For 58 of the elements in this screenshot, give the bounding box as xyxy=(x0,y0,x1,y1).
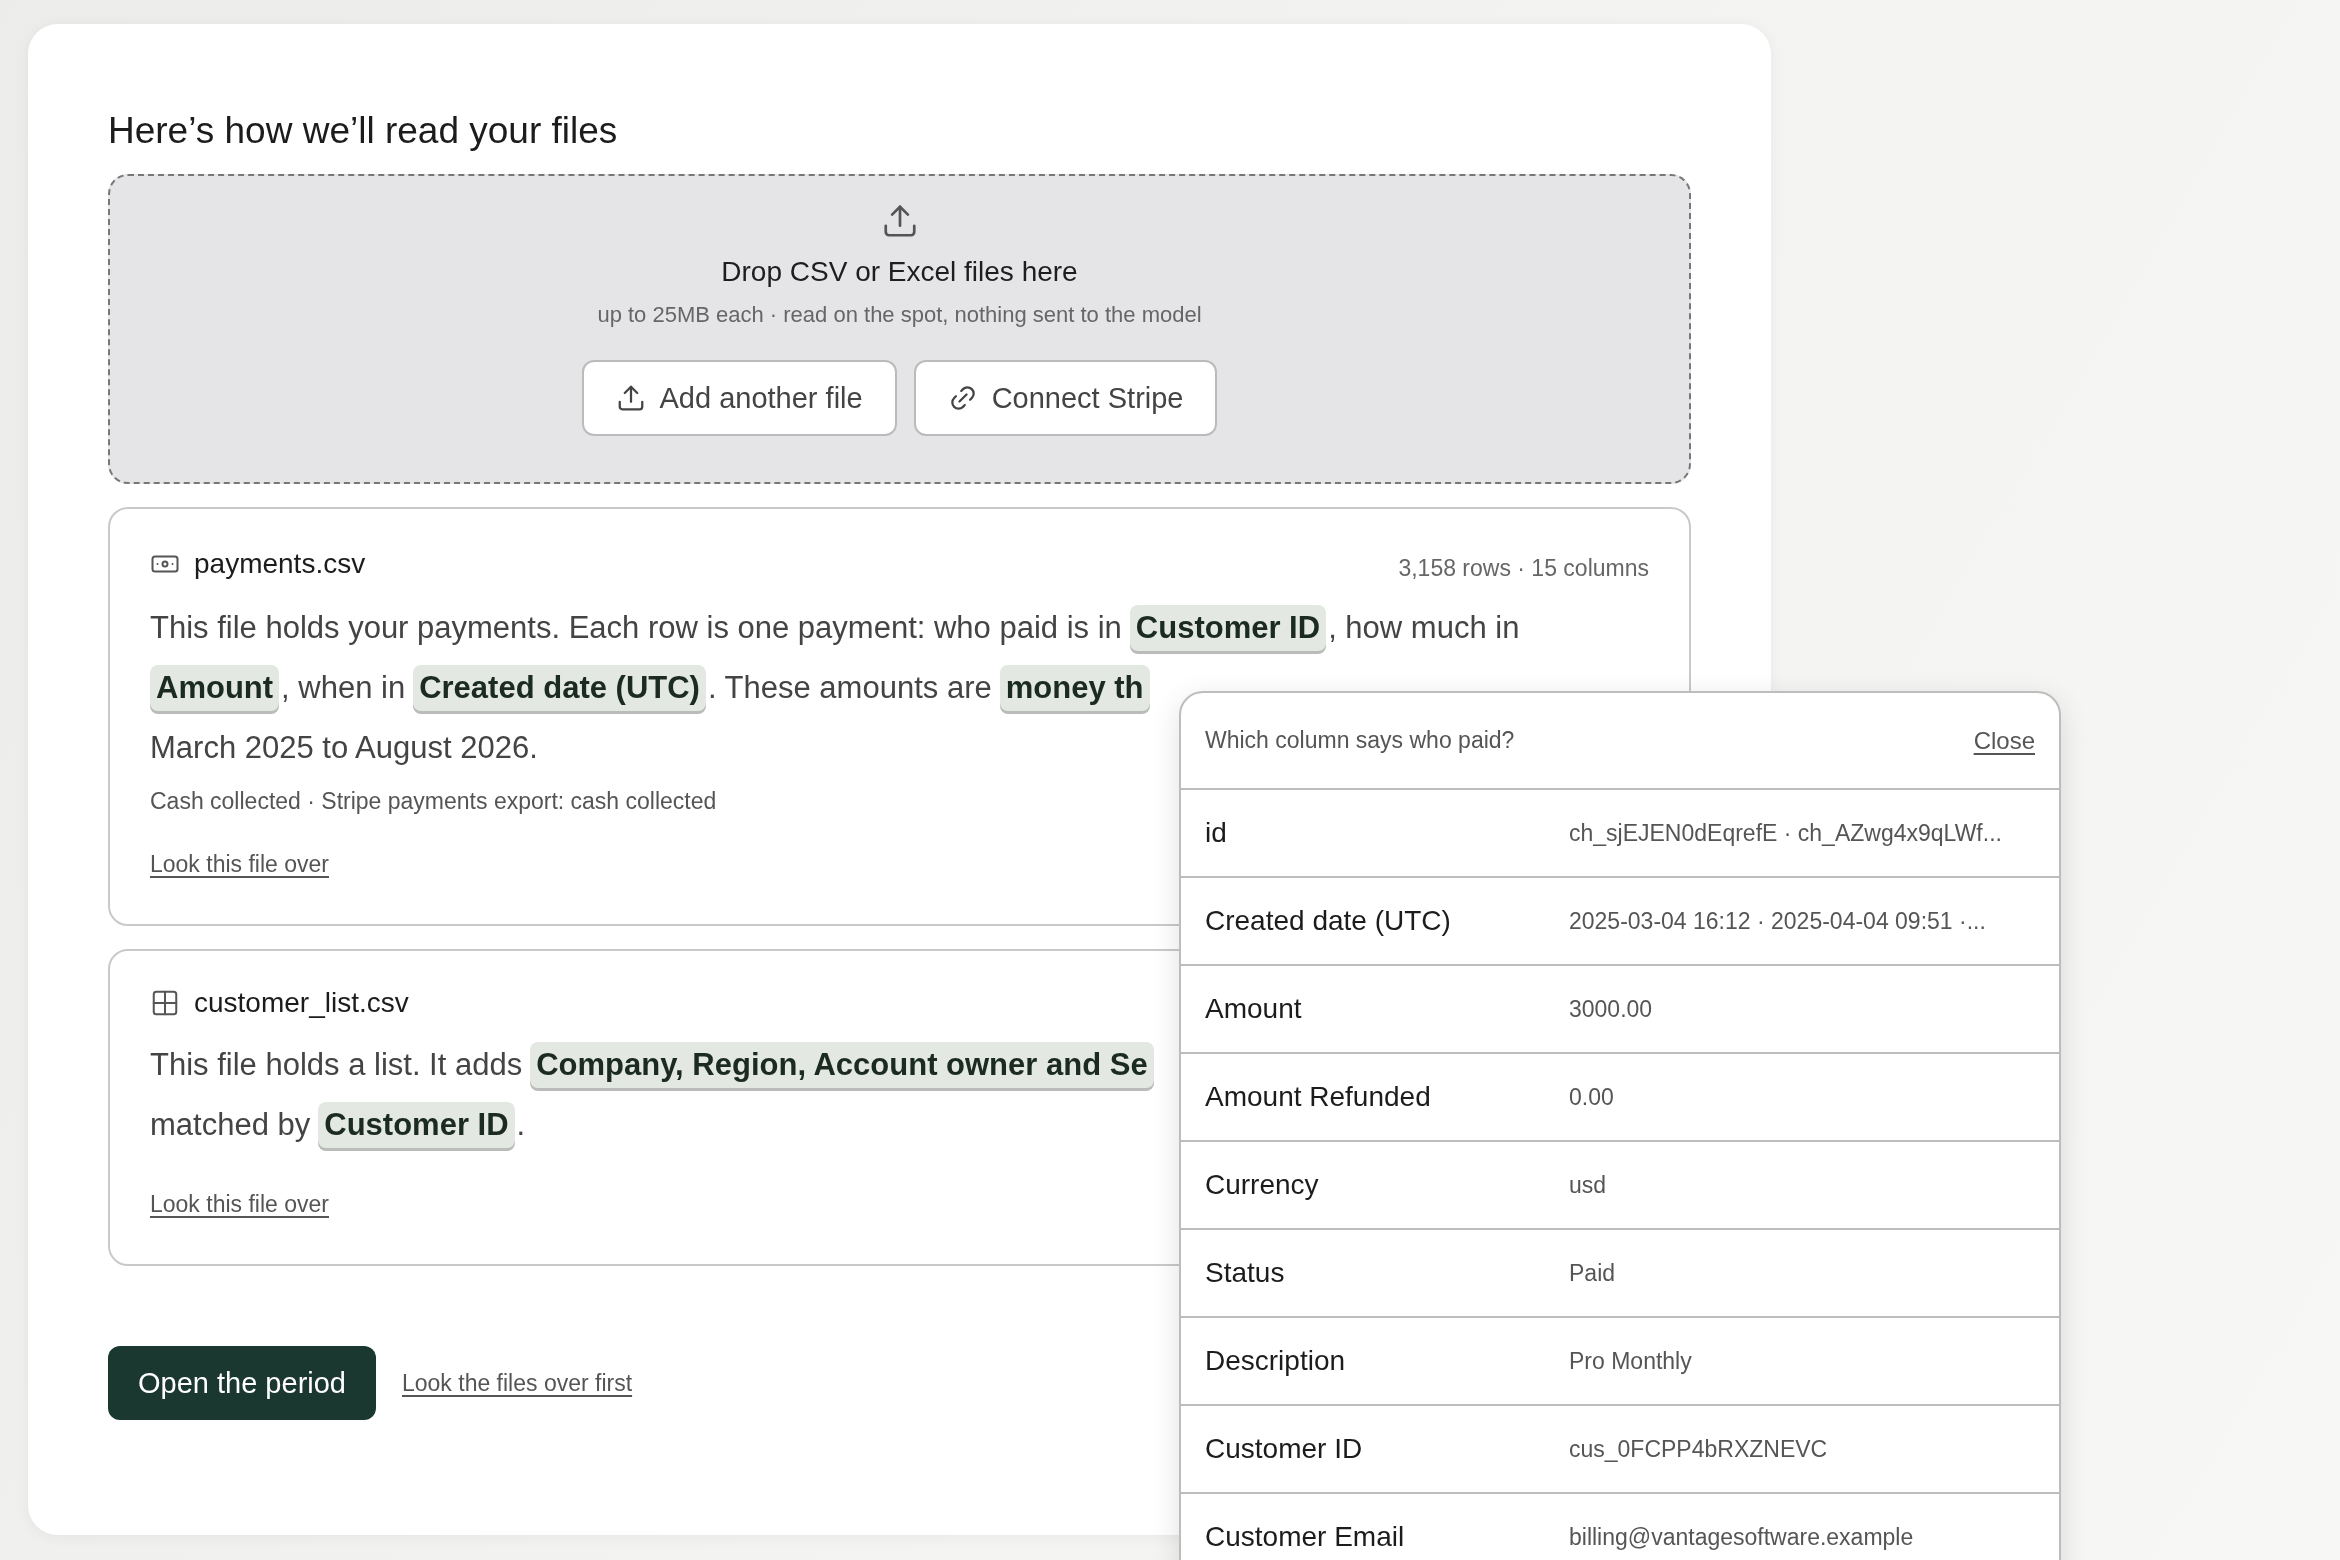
column-option[interactable]: Customer Email billing@vantagesoftware.example xyxy=(1181,1494,2059,1560)
column-sample: 2025-03-04 16:12 · 2025-04-04 09:51 ·... xyxy=(1569,907,1986,935)
description-text: . These amounts are xyxy=(707,670,992,705)
description-text: matched by xyxy=(150,1107,311,1142)
column-option[interactable]: Created date (UTC) 2025-03-04 16:12 · 2025-04-04 09:51 ·... xyxy=(1181,878,2059,966)
review-link[interactable]: Look this file over xyxy=(150,1191,329,1218)
column-name: id xyxy=(1205,817,1228,849)
column-chip[interactable]: Customer ID xyxy=(318,1102,515,1148)
description-text: , how much in xyxy=(1328,610,1520,645)
description-text: This file holds a list. It adds xyxy=(150,1047,523,1082)
description-text: , when in xyxy=(281,670,406,705)
column-name: Created date (UTC) xyxy=(1205,905,1452,937)
column-chip[interactable]: Company, Region, Account owner and Se xyxy=(530,1042,1154,1088)
column-option[interactable]: Description Pro Monthly xyxy=(1181,1318,2059,1406)
description-text: March 2025 to August 2026. xyxy=(150,730,538,765)
close-link[interactable]: Close xyxy=(1973,726,2035,755)
file-note: Cash collected · Stripe payments export: cash collected xyxy=(150,788,718,815)
column-sample: 0.00 xyxy=(1569,1083,1614,1111)
column-sample: usd xyxy=(1569,1171,1607,1199)
drop-zone[interactable]: Drop CSV or Excel files here up to 25MB each · read on the spot, nothing sent to the model Add another file Connect Stripe xyxy=(108,174,1691,484)
column-name: Status xyxy=(1205,1257,1286,1289)
file-name: payments.csv xyxy=(194,547,366,580)
description-text: . xyxy=(516,1107,526,1142)
drop-hint: up to 25MB each · read on the spot, nothing sent to the model xyxy=(597,302,1202,328)
column-sample: cus_0FCPP4bRXZNEVC xyxy=(1569,1435,1828,1463)
column-option[interactable]: Customer ID cus_0FCPP4bRXZNEVC xyxy=(1181,1406,2059,1494)
column-chip[interactable]: Created date (UTC) xyxy=(413,665,706,711)
column-name: Customer ID xyxy=(1205,1433,1364,1465)
column-option[interactable]: Status Paid xyxy=(1181,1230,2059,1318)
drop-title: Drop CSV or Excel files here xyxy=(721,256,1078,288)
column-sample: Pro Monthly xyxy=(1569,1347,1692,1375)
column-chip[interactable]: money th xyxy=(999,665,1150,711)
outline-button[interactable]: Connect Stripe xyxy=(913,360,1218,436)
column-option[interactable]: id ch_sjEJEN0dEqrefE · ch_AZwg4x9qLWf... xyxy=(1181,790,2059,878)
page-title: Here’s how we’ll read your files xyxy=(108,110,619,152)
column-sample: Paid xyxy=(1569,1259,1616,1287)
column-option[interactable]: Currency usd xyxy=(1181,1142,2059,1230)
outline-button[interactable]: Add another file xyxy=(581,360,897,436)
column-sample: 3000.00 xyxy=(1569,995,1653,1023)
file-meta: 3,158 rows · 15 columns xyxy=(1398,555,1649,582)
review-files-link[interactable]: Look the files over first xyxy=(402,1369,633,1397)
column-sample: billing@vantagesoftware.example xyxy=(1569,1523,1914,1551)
column-name: Customer Email xyxy=(1205,1521,1406,1553)
grid-icon xyxy=(150,988,180,1018)
file-name: customer_list.csv xyxy=(194,987,409,1019)
column-name: Amount Refunded xyxy=(1205,1081,1432,1113)
review-link[interactable]: Look this file over xyxy=(150,851,329,878)
column-chip[interactable]: Customer ID xyxy=(1129,605,1327,651)
column-option[interactable]: Amount 3000.00 xyxy=(1181,966,2059,1054)
column-sample: ch_sjEJEN0dEqrefE · ch_AZwg4x9qLWf... xyxy=(1569,819,2002,847)
column-chip[interactable]: Amount xyxy=(150,665,280,711)
column-name: Currency xyxy=(1205,1169,1320,1201)
open-period-button[interactable]: Open the period xyxy=(108,1346,376,1420)
description-text: This file holds your payments. Each row is one payment: who paid is in xyxy=(150,610,1122,645)
column-option[interactable]: Amount Refunded 0.00 xyxy=(1181,1054,2059,1142)
column-name: Amount xyxy=(1205,993,1303,1025)
popover-question: Which column says who paid? xyxy=(1205,727,1515,754)
column-name: Description xyxy=(1205,1345,1347,1377)
